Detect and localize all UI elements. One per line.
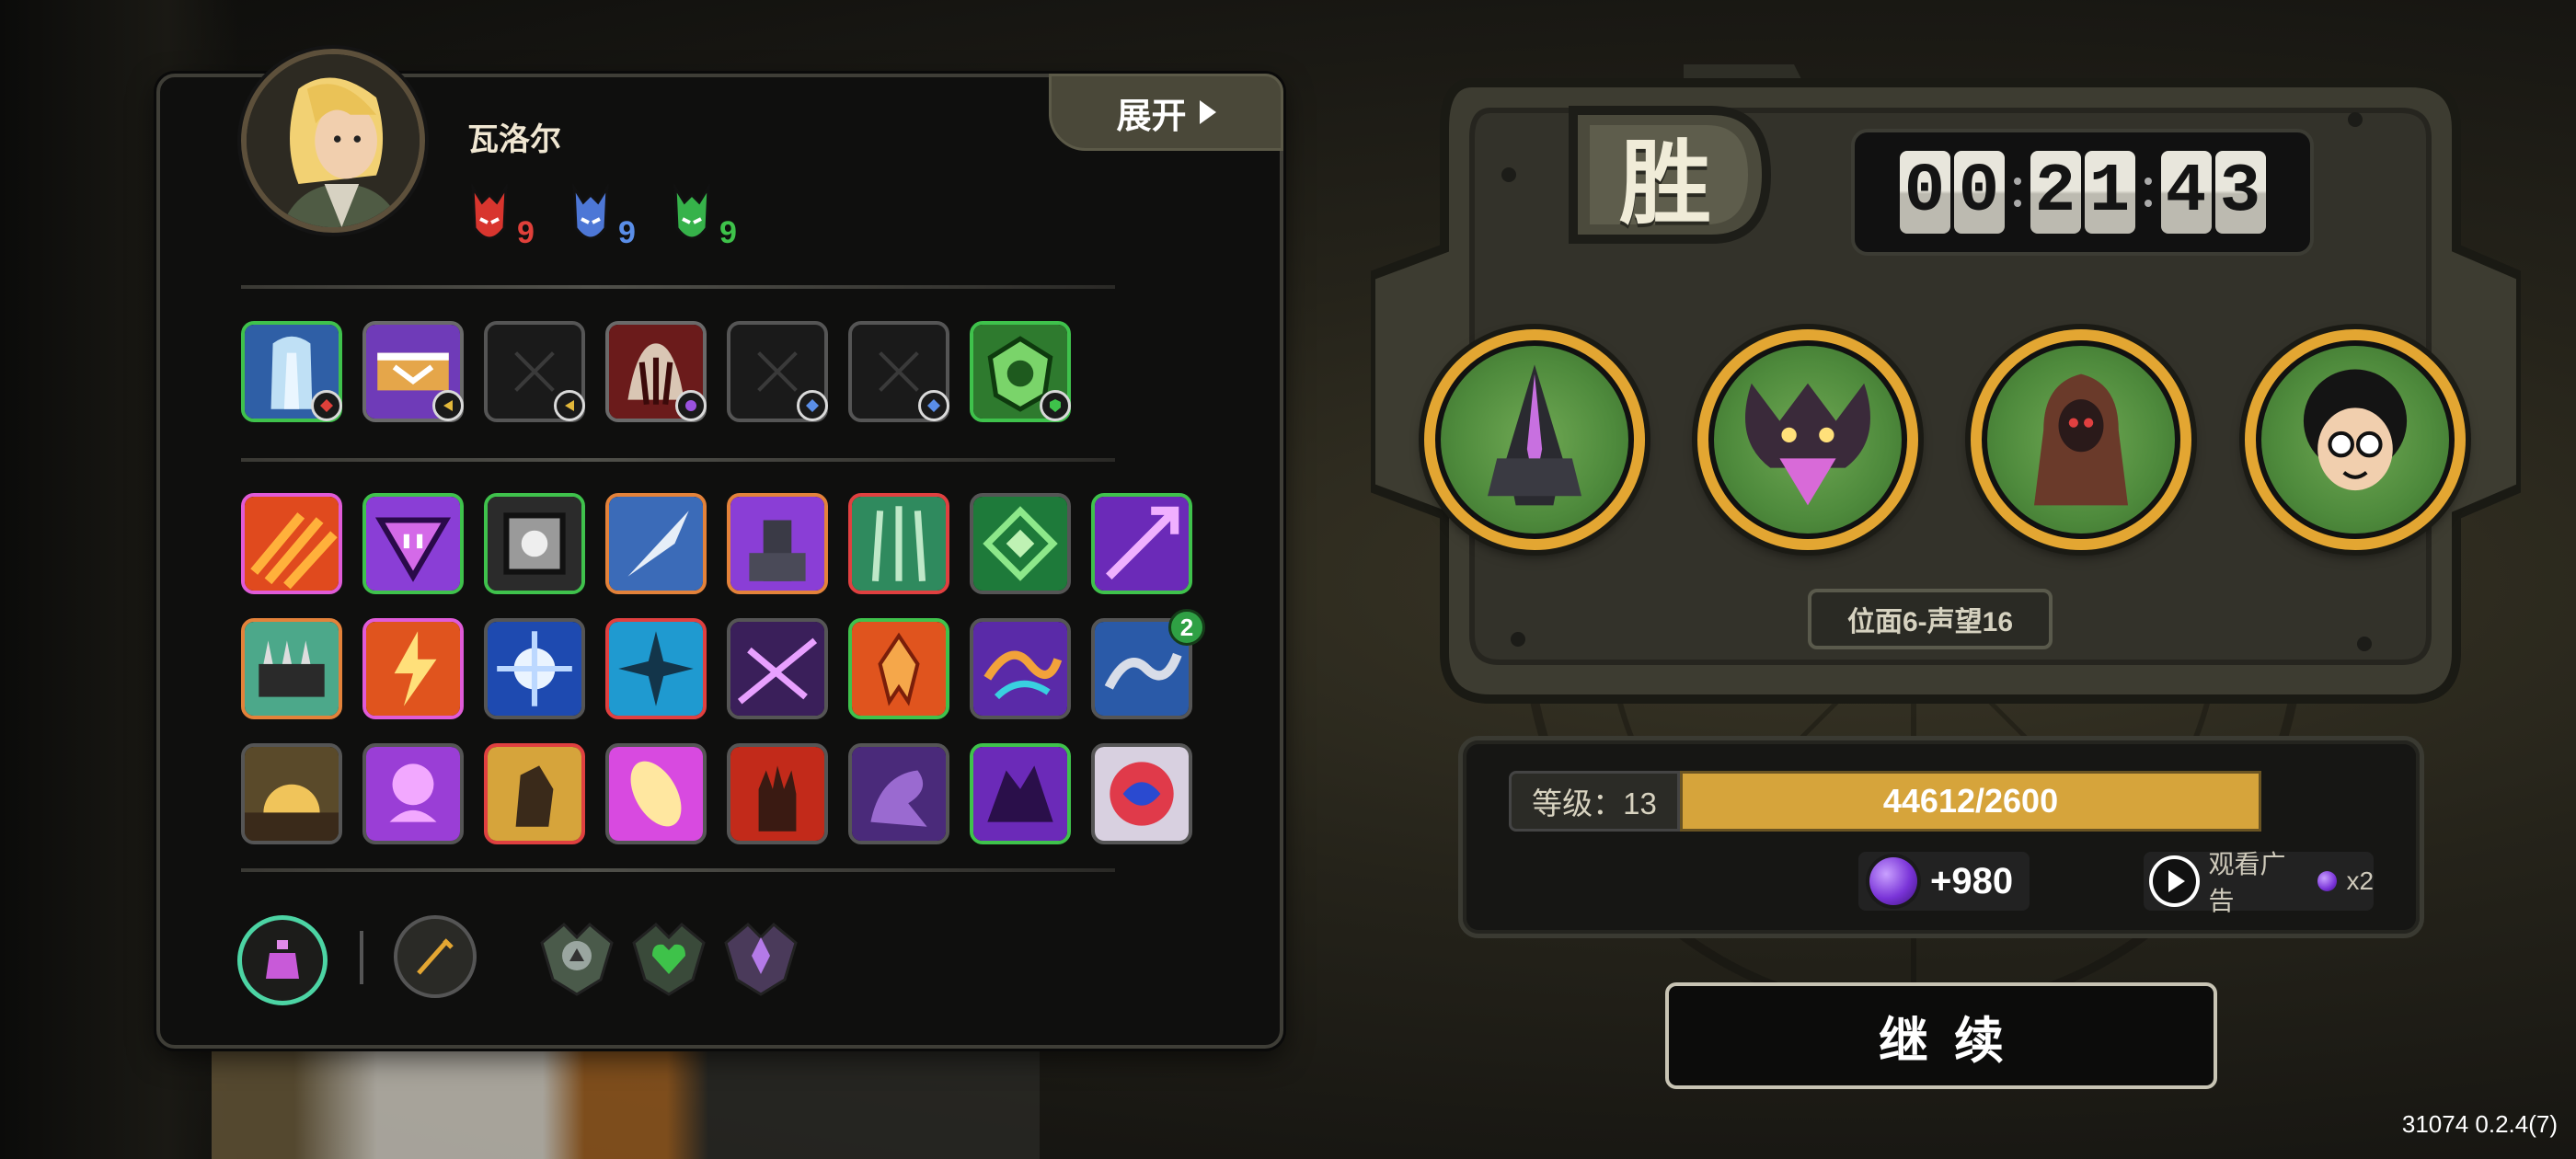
timer-colon xyxy=(2144,178,2152,207)
blue-mask-icon xyxy=(572,182,609,240)
element-red: 9 xyxy=(469,182,535,248)
skill-cross-slash[interactable] xyxy=(727,618,828,719)
horned-beast-icon xyxy=(1745,383,1870,506)
divider xyxy=(241,458,1115,462)
skill-lightning[interactable] xyxy=(362,618,464,719)
dark-crystal-icon xyxy=(1488,364,1581,506)
heart-crest-icon xyxy=(632,922,706,996)
defeated-boss-4[interactable] xyxy=(2245,329,2466,550)
expand-button[interactable]: 展开 xyxy=(1049,74,1283,151)
curly-hair-icon xyxy=(2303,369,2408,491)
victory-label: 胜 xyxy=(1619,132,1711,235)
skill-sunrise[interactable] xyxy=(241,743,342,844)
divider xyxy=(241,285,1115,289)
xp-progress-bar: 44612/2600 xyxy=(1680,771,2261,832)
reward-amount: +980 xyxy=(1930,860,2014,901)
crest-gray-emblem[interactable] xyxy=(536,915,617,998)
defeated-boss-3[interactable] xyxy=(1971,329,2191,550)
level-label: 等级：13 xyxy=(1509,771,1680,832)
skill-count-badge: 2 xyxy=(1168,609,1205,646)
skill-pink-flame[interactable] xyxy=(605,743,707,844)
hero-portrait-avatar[interactable] xyxy=(241,49,425,233)
triangle-right-icon xyxy=(1199,100,1216,124)
divider xyxy=(241,868,1115,872)
element-red-count: 9 xyxy=(517,215,535,250)
skill-green-diamond[interactable] xyxy=(970,493,1071,594)
element-blue: 9 xyxy=(570,182,636,248)
purple-gem-icon xyxy=(675,390,707,421)
element-green: 9 xyxy=(672,182,737,248)
green-mask-icon xyxy=(673,182,710,240)
yellow-gem-icon xyxy=(432,390,464,421)
timer-digit: 0 xyxy=(1953,151,2005,234)
skill-spirit-skull[interactable] xyxy=(362,743,464,844)
crest-green-emblem[interactable] xyxy=(628,915,709,998)
battle-timer: 0 0 2 1 4 3 xyxy=(1851,129,2314,256)
skill-ice-star[interactable] xyxy=(605,618,707,719)
timer-digit: 1 xyxy=(2084,151,2135,234)
timer-digit: 3 xyxy=(2214,151,2266,234)
purple-orb-icon xyxy=(2317,871,2338,891)
timer-hours: 0 0 xyxy=(1899,151,2005,234)
red-gem-icon xyxy=(311,390,342,421)
skill-spear-volley[interactable] xyxy=(848,493,949,594)
expand-label: 展开 xyxy=(1116,97,1187,136)
purple-crest-icon xyxy=(724,922,798,996)
red-mask-icon xyxy=(471,182,508,240)
weapon-tab[interactable] xyxy=(394,915,477,998)
element-green-count: 9 xyxy=(719,215,737,250)
skill-purple-triangle[interactable] xyxy=(362,493,464,594)
watch-ad-button[interactable]: 观看广告 x2 xyxy=(2144,850,2375,915)
timer-colon xyxy=(2013,178,2021,207)
skill-frost-orb[interactable] xyxy=(484,618,585,719)
skill-dragon-head[interactable] xyxy=(848,743,949,844)
separator xyxy=(360,931,363,984)
hooded-brute-icon xyxy=(2034,373,2128,506)
xp-text: 44612/2600 xyxy=(1882,782,2059,820)
skill-fire-dragon[interactable] xyxy=(848,618,949,719)
skill-dark-tower[interactable] xyxy=(727,493,828,594)
green-gem-icon xyxy=(1040,390,1071,421)
potion-icon xyxy=(266,940,299,979)
continue-button[interactable]: 继续 xyxy=(1665,982,2217,1089)
skill-shadow-wolf[interactable] xyxy=(970,743,1071,844)
skill-blade-strike[interactable] xyxy=(605,493,707,594)
hero-name: 瓦洛尔 xyxy=(467,122,561,157)
timer-seconds: 4 3 xyxy=(2160,151,2266,234)
reward-gems: +980 xyxy=(1858,852,2030,911)
play-icon xyxy=(2149,855,2200,907)
blue-gem-icon xyxy=(797,390,828,421)
gray-crest-icon xyxy=(540,922,614,996)
stage-label: 位面6-声望16 xyxy=(1808,589,2053,649)
skill-stone-hand[interactable] xyxy=(484,743,585,844)
purple-orb-icon xyxy=(1869,857,1917,905)
crest-purple-emblem[interactable] xyxy=(720,915,801,998)
skill-purple-arrow[interactable] xyxy=(1091,493,1192,594)
defeated-boss-1[interactable] xyxy=(1424,329,1645,550)
yellow-gem-icon xyxy=(554,390,585,421)
element-blue-count: 9 xyxy=(618,215,636,250)
potion-tab[interactable] xyxy=(237,915,328,1005)
watch-ad-multiplier: x2 xyxy=(2346,866,2375,895)
version-label: 31074 0.2.4(7) xyxy=(2401,1110,2558,1138)
skill-spike-trap[interactable] xyxy=(241,618,342,719)
watch-ad-label: 观看广告 xyxy=(2208,850,2286,915)
defeated-boss-2[interactable] xyxy=(1697,329,1918,550)
timer-digit: 4 xyxy=(2160,151,2212,234)
timer-digit: 0 xyxy=(1899,151,1950,234)
skill-mystic-wave[interactable] xyxy=(970,618,1071,719)
blue-gem-icon xyxy=(918,390,949,421)
sword-icon xyxy=(417,938,454,975)
skill-flame-hand[interactable] xyxy=(727,743,828,844)
timer-minutes: 2 1 xyxy=(2030,151,2135,234)
skill-crimson-swirl[interactable] xyxy=(1091,743,1192,844)
timer-digit: 2 xyxy=(2030,151,2081,234)
background-character xyxy=(212,1049,1040,1159)
skill-gear-vault[interactable] xyxy=(484,493,585,594)
skill-fire-claw[interactable] xyxy=(241,493,342,594)
